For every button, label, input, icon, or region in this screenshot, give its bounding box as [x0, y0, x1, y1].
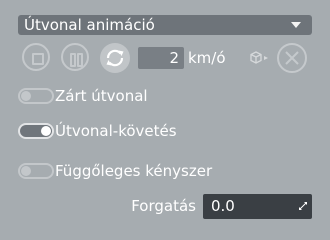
close-button[interactable]: [277, 43, 307, 73]
toggle-path-follow[interactable]: Útvonal-követés: [18, 120, 177, 142]
toggle-closed-path[interactable]: Zárt útvonal: [18, 85, 148, 107]
repeat-icon: [106, 49, 124, 67]
rotation-value: 0.0: [211, 197, 235, 215]
pause-button[interactable]: [61, 43, 89, 71]
animation-mode-dropdown[interactable]: Útvonal animáció: [18, 15, 312, 35]
closed-path-switch[interactable]: [18, 88, 54, 104]
speed-unit-label: km/ó: [188, 49, 226, 67]
cube-icon[interactable]: [250, 51, 270, 65]
toggle-vertical-constraint[interactable]: Függőleges kényszer: [18, 160, 212, 182]
close-icon: [285, 51, 299, 65]
vertical-constraint-switch[interactable]: [18, 163, 54, 179]
playback-controls: 2 km/ó: [0, 43, 330, 73]
stop-icon: [32, 53, 44, 65]
chevron-down-icon: [291, 22, 301, 28]
path-follow-switch[interactable]: [18, 123, 54, 139]
rotation-label: Forgatás: [131, 197, 196, 215]
rotation-input[interactable]: 0.0: [203, 194, 312, 219]
toggle-label: Útvonal-követés: [55, 122, 177, 140]
toggle-label: Függőleges kényszer: [55, 162, 213, 180]
resize-icon[interactable]: [298, 201, 308, 211]
toggle-label: Zárt útvonal: [55, 87, 148, 105]
repeat-button[interactable]: [100, 43, 130, 73]
stop-button[interactable]: [22, 43, 50, 71]
dropdown-selected-label: Útvonal animáció: [24, 16, 155, 34]
animation-panel: Útvonal animáció 2 km/ó Zárt útvonal Útv…: [0, 0, 330, 240]
speed-input[interactable]: 2: [138, 47, 184, 69]
